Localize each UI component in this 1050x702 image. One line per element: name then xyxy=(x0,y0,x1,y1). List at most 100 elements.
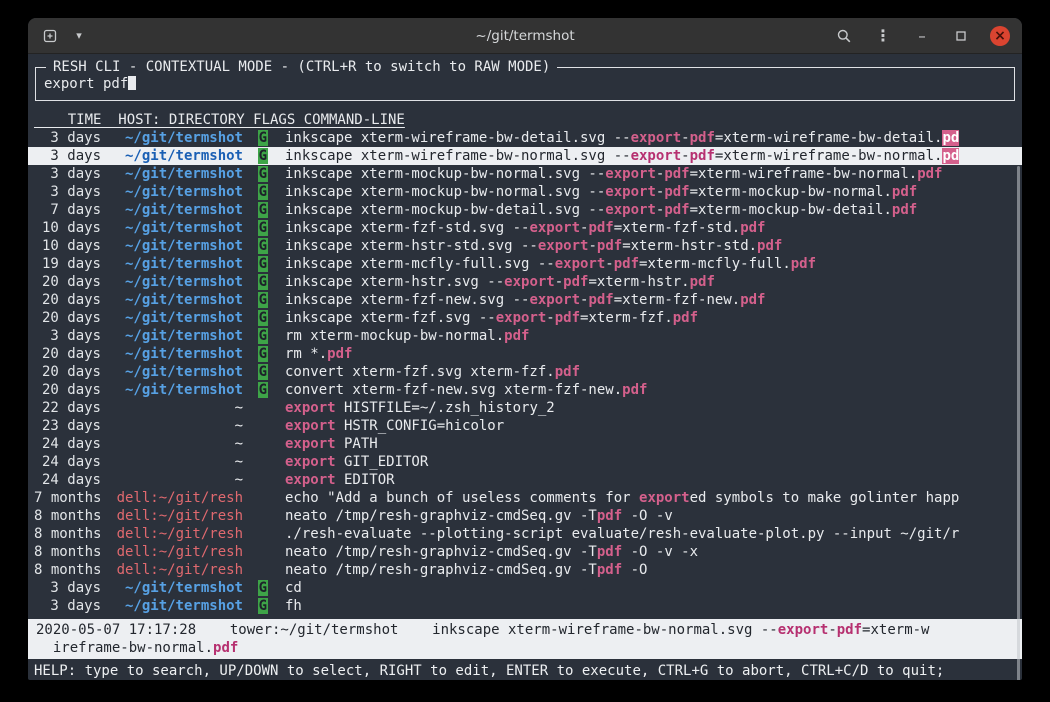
text-segment: - xyxy=(555,274,563,290)
entry-flags: G xyxy=(251,165,268,183)
text-segment: inkscape xterm-fzf.svg -- xyxy=(285,310,496,326)
history-row[interactable]: 3 days~/git/termshotGinkscape xterm-mock… xyxy=(28,183,1022,201)
entry-time: 20 days xyxy=(34,381,101,399)
history-row[interactable]: 24 days ~ export EDITOR xyxy=(28,471,1022,489)
match-highlight: export xyxy=(639,490,690,506)
history-row[interactable]: 3 days~/git/termshotGcd xyxy=(28,579,1022,597)
text-segment: inkscape xterm-mockup-bw-normal.svg -- xyxy=(285,184,605,200)
history-row[interactable]: 22 days~export HISTFILE=~/.zsh_history_2 xyxy=(28,399,1022,417)
history-row[interactable]: 23 days~export HSTR_CONFIG=hicolor xyxy=(28,417,1022,435)
entry-host-directory: ~ xyxy=(109,471,243,489)
titlebar-left: ▾ xyxy=(40,26,475,46)
history-row[interactable]: 20 days~/git/termshotGinkscape xterm-fzf… xyxy=(28,291,1022,309)
git-flag: G xyxy=(258,382,268,398)
text-cursor xyxy=(128,75,136,90)
history-row[interactable]: 8 monthsdell:~/git/resh./resh-evaluate -… xyxy=(28,525,1022,543)
close-icon: × xyxy=(994,26,1006,46)
history-row-selected[interactable]: 3 days~/git/termshotGinkscape xterm-wire… xyxy=(28,147,1022,165)
history-row[interactable]: 3 days~/git/termshotGfh xyxy=(28,597,1022,615)
search-input[interactable]: export pdf xyxy=(44,75,1006,93)
entry-command: inkscape xterm-hstr.svg --export-pdf=xte… xyxy=(285,273,1016,291)
text-segment: fh xyxy=(285,598,302,614)
text-segment: ./resh-evaluate --plotting-script evalua… xyxy=(285,526,959,542)
match-highlight: export xyxy=(504,274,555,290)
match-highlight: pdf xyxy=(690,130,715,146)
new-tab-button[interactable] xyxy=(40,26,60,46)
text-segment: - xyxy=(681,130,689,146)
git-flag: G xyxy=(258,580,268,596)
history-row[interactable]: 20 days~/git/termshotGinkscape xterm-hst… xyxy=(28,273,1022,291)
history-row[interactable]: 8 monthsdell:~/git/reshneato /tmp/resh-g… xyxy=(28,507,1022,525)
entry-time: 20 days xyxy=(34,273,101,291)
text-segment: =xterm-wireframe-bw-normal. xyxy=(715,148,943,164)
entry-time: 20 days xyxy=(34,309,101,327)
entry-host-directory: ~/git/termshot xyxy=(109,273,243,291)
entry-time: 23 days xyxy=(34,417,101,435)
history-row[interactable]: 20 days~/git/termshotGrm *.pdf xyxy=(28,345,1022,363)
text-segment: =xterm-wireframe-bw-normal. xyxy=(690,166,918,182)
entry-time: 3 days xyxy=(34,165,101,183)
entry-command: convert xterm-fzf.svg xterm-fzf.pdf xyxy=(285,363,1016,381)
match-highlight: export xyxy=(285,436,336,452)
entry-time: 24 days xyxy=(34,453,101,471)
maximize-button[interactable] xyxy=(951,26,971,46)
git-flag: G xyxy=(258,184,268,200)
text-segment: inkscape xterm-hstr.svg -- xyxy=(285,274,504,290)
entry-command: fh xyxy=(285,597,1016,615)
text-segment: =xterm-wireframe-bw-detail. xyxy=(715,130,943,146)
git-flag: G xyxy=(258,310,268,326)
entry-time: 10 days xyxy=(34,219,101,237)
history-row[interactable]: 8 monthsdell:~/git/reshneato /tmp/resh-g… xyxy=(28,543,1022,561)
history-row[interactable]: 10 days~/git/termshotGinkscape xterm-fzf… xyxy=(28,219,1022,237)
history-row[interactable]: 20 days~/git/termshotGconvert xterm-fzf.… xyxy=(28,363,1022,381)
entry-command: inkscape xterm-wireframe-bw-normal.svg -… xyxy=(285,147,1016,165)
entry-time: 22 days xyxy=(34,399,101,417)
menu-button[interactable]: ⋮ xyxy=(873,26,893,46)
close-button[interactable]: × xyxy=(990,26,1010,46)
entry-time: 3 days xyxy=(34,147,101,165)
history-row[interactable]: 10 days~/git/termshotGinkscape xterm-hst… xyxy=(28,237,1022,255)
match-highlight: pdf xyxy=(597,544,622,560)
history-row[interactable]: 3 days~/git/termshotGinkscape xterm-wire… xyxy=(28,129,1022,147)
history-row[interactable]: 19 days~/git/termshotGinkscape xterm-mcf… xyxy=(28,255,1022,273)
entry-time: 3 days xyxy=(34,597,101,615)
history-row[interactable]: 24 days~export GIT_EDITOR xyxy=(28,453,1022,471)
history-row[interactable]: 7 monthsdell:~/git/reshecho "Add a bunch… xyxy=(28,489,1022,507)
text-segment: inkscape xterm-mockup-bw-detail.svg -- xyxy=(285,202,605,218)
text-segment: EDITOR xyxy=(336,472,395,488)
entry-command: export HSTR_CONFIG=hicolor xyxy=(285,417,1016,435)
entry-command: echo "Add a bunch of useless comments fo… xyxy=(285,489,1016,507)
search-button[interactable] xyxy=(834,26,854,46)
entry-time: 19 days xyxy=(34,255,101,273)
truncated-match: pd xyxy=(942,148,959,164)
text-segment: rm *. xyxy=(285,346,327,362)
history-row[interactable]: 24 days~export PATH xyxy=(28,435,1022,453)
minimize-button[interactable]: – xyxy=(912,26,932,46)
entry-flags: G xyxy=(251,237,268,255)
history-row[interactable]: 20 days~/git/termshotGinkscape xterm-fzf… xyxy=(28,309,1022,327)
entry-time: 24 days xyxy=(34,471,101,489)
match-highlight: pdf xyxy=(504,328,529,344)
history-row[interactable]: 3 days~/git/termshotGrm xterm-mockup-bw-… xyxy=(28,327,1022,345)
scrollbar[interactable] xyxy=(1017,166,1020,680)
history-row[interactable]: 7 days~/git/termshotGinkscape xterm-mock… xyxy=(28,201,1022,219)
entry-command: ./resh-evaluate --plotting-script evalua… xyxy=(285,525,1016,543)
history-row[interactable]: 20 days~/git/termshotGconvert xterm-fzf-… xyxy=(28,381,1022,399)
entry-host-directory: ~/git/termshot xyxy=(109,345,243,363)
match-highlight: pdf xyxy=(892,184,917,200)
match-highlight: pdf xyxy=(791,256,816,272)
history-row[interactable]: 3 days~/git/termshotGinkscape xterm-mock… xyxy=(28,165,1022,183)
entry-command: export EDITOR xyxy=(285,471,1016,489)
history-row[interactable]: 8 monthsdell:~/git/reshneato /tmp/resh-g… xyxy=(28,561,1022,579)
entry-host-directory: dell:~/git/resh xyxy=(109,489,243,507)
tab-dropdown-button[interactable]: ▾ xyxy=(69,26,89,46)
entry-host-directory: ~ xyxy=(109,453,243,471)
status-line-1: 2020-05-07 17:17:28 tower:~/git/termshot… xyxy=(36,621,1014,639)
text-segment: -O -v xyxy=(622,508,673,524)
match-highlight: export xyxy=(605,166,656,182)
entry-flags xyxy=(251,543,268,561)
entry-time: 3 days xyxy=(34,327,101,345)
match-highlight: export xyxy=(529,220,580,236)
text-segment: inkscape xterm-hstr-std.svg -- xyxy=(285,238,538,254)
match-highlight: pdf xyxy=(837,622,862,638)
